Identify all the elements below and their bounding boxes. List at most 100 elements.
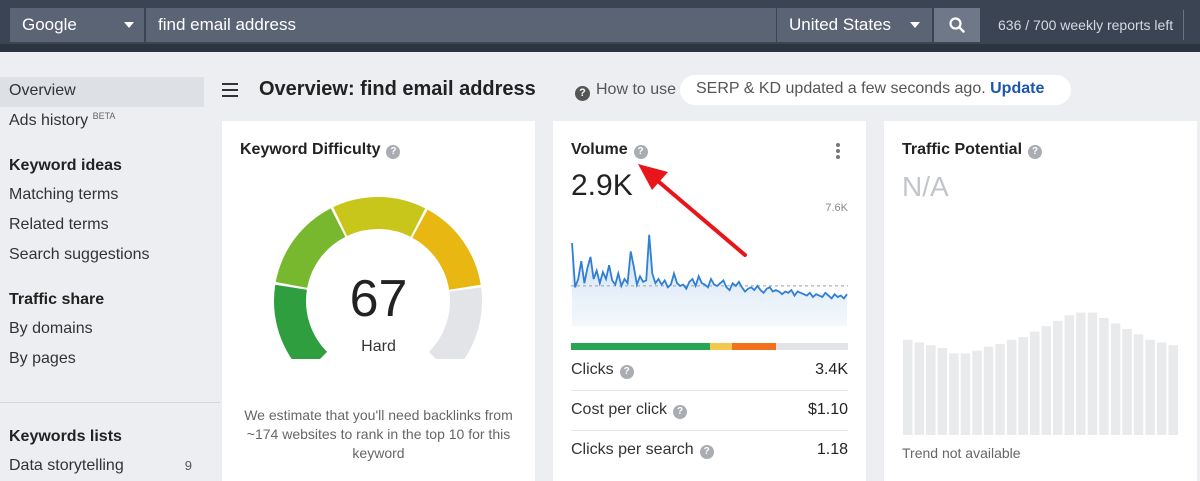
sidebar-heading-keyword-ideas: Keyword ideas (9, 157, 122, 174)
metric-cost-per-click: Cost per click? $1.10 (571, 391, 848, 431)
chart-max-label: 7.6K (825, 202, 848, 214)
how-to-use-label: How to use (596, 81, 677, 98)
card-title-label: Traffic Potential (902, 141, 1023, 158)
sidebar-item-matching-terms[interactable]: Matching terms (0, 181, 204, 211)
card-title-label: Volume (571, 141, 628, 158)
metric-value: 3.4K (815, 361, 848, 378)
search-engine-select[interactable]: Google (10, 8, 144, 42)
search-icon (949, 17, 965, 33)
country-label: United States (789, 15, 892, 34)
placeholder-bar (960, 353, 971, 435)
placeholder-bar (1168, 345, 1178, 435)
traffic-potential-card: Traffic Potential? N/A Trend not availab… (884, 121, 1197, 481)
difficulty-label: Hard (361, 338, 396, 355)
keyword-search-input[interactable] (146, 8, 776, 42)
sidebar-item-ads-history[interactable]: Ads history BETA (0, 107, 204, 137)
sidebar-item-related-terms[interactable]: Related terms (0, 211, 204, 241)
clicks-split-segment (709, 343, 732, 350)
placeholder-bar (1064, 315, 1075, 435)
help-icon[interactable]: ? (1028, 145, 1043, 159)
placeholder-bar (949, 353, 959, 435)
help-icon[interactable]: ? (386, 145, 401, 159)
placeholder-bar (1156, 342, 1167, 435)
metric-label-text: Cost per click (571, 401, 668, 418)
sidebar-item-by-pages[interactable]: By pages (0, 345, 204, 375)
sidebar-heading-keywords-lists: Keywords lists (9, 428, 122, 445)
trend-note: Trend not available (902, 445, 1021, 461)
placeholder-bar (983, 346, 994, 435)
card-title: Traffic Potential? (902, 141, 1043, 159)
page-title: Overview: find email address (259, 78, 536, 100)
serp-status-text: SERP & KD updated a few seconds ago. (696, 80, 986, 97)
help-icon[interactable]: ? (619, 365, 634, 379)
placeholder-bar (1145, 339, 1155, 435)
more-options-icon[interactable] (836, 143, 840, 161)
card-title-label: Keyword Difficulty (240, 141, 381, 158)
list-count: 9 (184, 458, 192, 473)
metric-label-text: Clicks per search (571, 441, 694, 458)
placeholder-bar (914, 342, 924, 435)
how-to-use-link[interactable]: ? How to use (575, 81, 676, 101)
update-link[interactable]: Update (990, 80, 1044, 97)
clicks-split-segment (731, 343, 776, 350)
keyword-difficulty-card: Keyword Difficulty? 67 Hard We estimate … (222, 121, 535, 481)
top-bar-separator (1183, 10, 1184, 40)
help-icon: ? (575, 86, 590, 101)
metric-label: Cost per click? (571, 401, 688, 419)
placeholder-bar (903, 339, 913, 435)
metric-label: Clicks per search? (571, 441, 714, 459)
placeholder-bar (1099, 318, 1109, 435)
sidebar-item-search-suggestions[interactable]: Search suggestions (0, 241, 204, 271)
sidebar-item-label: Related terms (9, 216, 109, 233)
clicks-split-bar (571, 343, 848, 350)
annotation-arrow-icon (638, 164, 747, 257)
sidebar-item-label: By pages (9, 350, 76, 367)
placeholder-bar (1041, 326, 1051, 435)
country-select[interactable]: United States (777, 8, 932, 42)
sidebar-item-label: By domains (9, 320, 93, 337)
placeholder-bar (1018, 337, 1028, 435)
metric-value: 1.18 (816, 441, 848, 458)
help-icon[interactable]: ? (699, 445, 714, 459)
placeholder-bar (995, 343, 1005, 435)
chevron-down-icon (124, 22, 134, 28)
beta-badge: BETA (92, 111, 116, 121)
gauge-segment (333, 197, 426, 237)
placeholder-bar (926, 345, 936, 435)
sidebar-item-label: Ads history (9, 112, 89, 129)
search-button[interactable] (934, 8, 980, 42)
difficulty-description: We estimate that you'll need backlinks f… (244, 407, 513, 461)
difficulty-score: 67 (349, 270, 408, 328)
placeholder-bar (1122, 328, 1132, 435)
help-icon[interactable]: ? (673, 405, 688, 419)
menu-toggle-icon[interactable] (222, 83, 238, 97)
traffic-trend-placeholder-chart (903, 312, 1178, 435)
placeholder-bar (972, 350, 982, 435)
sidebar-item-label: Data storytelling (9, 457, 124, 474)
sidebar-item-label: Search suggestions (9, 246, 150, 263)
card-title: Volume? (571, 141, 648, 159)
sidebar-item-data-storytelling[interactable]: Data storytelling 9 (0, 452, 204, 481)
sidebar-heading-traffic-share: Traffic share (9, 291, 105, 308)
volume-value: 2.9K (571, 169, 633, 202)
reports-left-counter: 636 / 700 weekly reports left (998, 17, 1174, 33)
metric-label: Clicks? (571, 361, 634, 379)
placeholder-bar (1006, 339, 1017, 435)
placeholder-bar (1110, 323, 1121, 435)
metric-value: $1.10 (807, 401, 848, 418)
clicks-split-segment (571, 343, 710, 350)
chevron-down-icon (910, 22, 920, 28)
metric-clicks-per-search: Clicks per search? 1.18 (571, 431, 848, 471)
search-engine-label: Google (22, 15, 77, 34)
top-bar: Google United States 636 / 700 weekly re… (0, 0, 1200, 52)
sidebar-item-label: Overview (9, 82, 76, 99)
traffic-potential-value: N/A (902, 171, 949, 202)
help-icon[interactable]: ? (633, 145, 648, 159)
sidebar-item-overview[interactable]: Overview (0, 77, 204, 107)
placeholder-bar (937, 348, 948, 435)
sidebar: Overview Ads history BETA Keyword ideas … (0, 52, 220, 481)
metric-label-text: Clicks (571, 361, 614, 378)
placeholder-bar (1030, 331, 1040, 435)
sidebar-item-by-domains[interactable]: By domains (0, 315, 204, 345)
top-bar-divider (0, 44, 1200, 52)
